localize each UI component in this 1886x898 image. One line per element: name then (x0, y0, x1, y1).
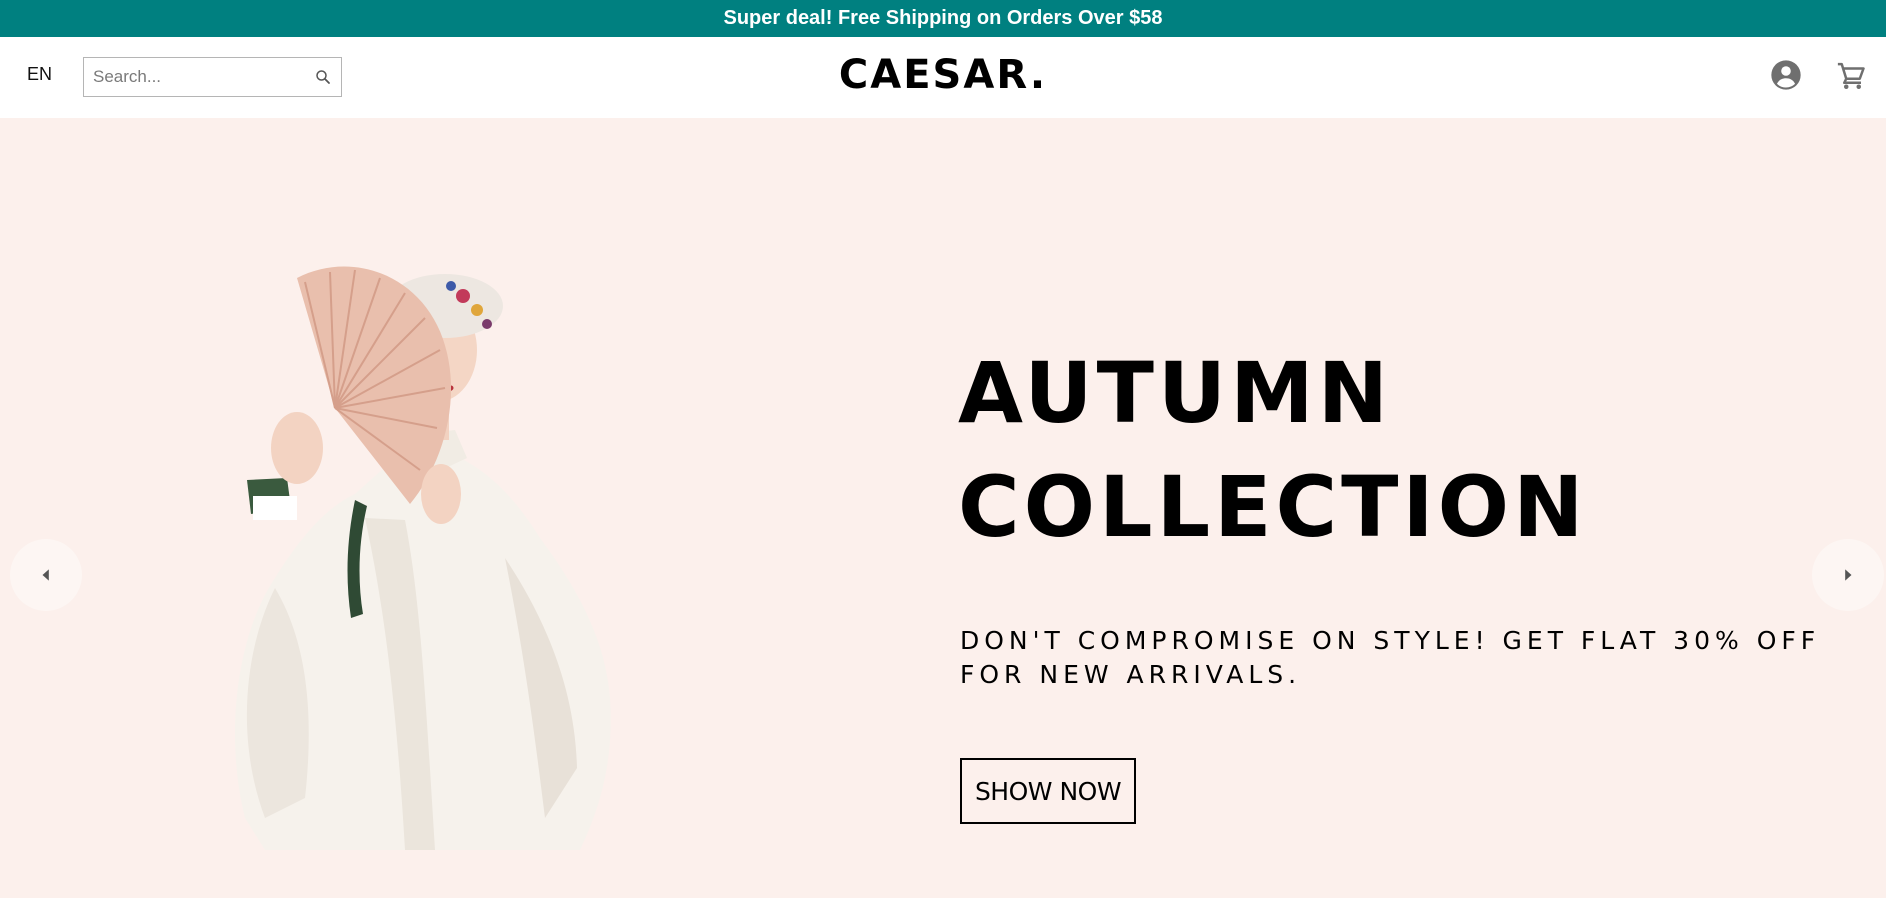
top-navbar: EN CAESAR. (0, 37, 1886, 118)
caret-left-icon (42, 569, 49, 581)
announcement-text: Super deal! Free Shipping on Orders Over… (723, 7, 1163, 29)
carousel-prev-button[interactable] (10, 539, 82, 611)
search-box (83, 57, 342, 97)
user-circle-icon[interactable] (1770, 59, 1802, 91)
shopping-cart-icon[interactable] (1836, 61, 1866, 91)
hero-banner: AUTUMN COLLECTION DON'T COMPROMISE ON ST… (0, 118, 1886, 898)
hero-subtitle: DON'T COMPROMISE ON STYLE! GET FLAT 30% … (960, 626, 1821, 689)
woman-with-fan-photo (235, 266, 611, 850)
search-input[interactable] (84, 59, 302, 95)
show-now-button[interactable]: SHOW NOW (960, 758, 1136, 824)
carousel-next-button[interactable] (1812, 539, 1884, 611)
hero-title-line-2: COLLECTION (958, 458, 1588, 556)
hero-title-line-1: AUTUMN (958, 344, 1393, 442)
announcement-bar: Super deal! Free Shipping on Orders Over… (0, 0, 1886, 37)
caret-right-icon (1845, 569, 1852, 581)
search-icon[interactable] (314, 68, 332, 86)
hero-title: AUTUMN COLLECTION (958, 336, 1858, 564)
brand-logo[interactable]: CAESAR. (839, 52, 1047, 98)
language-selector[interactable]: EN (27, 64, 52, 85)
